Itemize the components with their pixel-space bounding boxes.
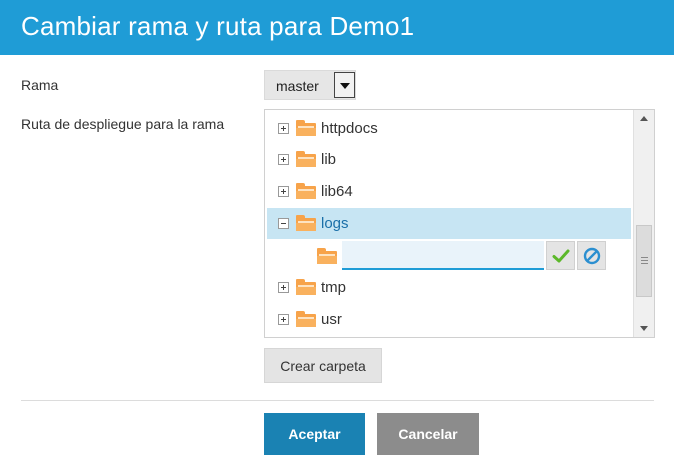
- branch-select-value: master: [276, 78, 319, 94]
- dialog-title-bar: Cambiar rama y ruta para Demo1: [0, 0, 674, 55]
- cancel-button[interactable]: Cancelar: [377, 413, 479, 455]
- folder-icon: [296, 311, 316, 327]
- expand-icon[interactable]: [278, 314, 289, 325]
- footer-divider: [21, 400, 654, 401]
- collapse-icon[interactable]: [278, 218, 289, 229]
- tree-item-httpdocs[interactable]: httpdocs: [267, 113, 631, 144]
- tree-item-label: httpdocs: [321, 120, 378, 137]
- folder-icon: [296, 183, 316, 199]
- create-folder-button[interactable]: Crear carpeta: [264, 348, 382, 383]
- folder-icon: [296, 279, 316, 295]
- branch-select[interactable]: master: [264, 70, 356, 100]
- scroll-up-icon[interactable]: [634, 110, 654, 127]
- expand-icon[interactable]: [278, 154, 289, 165]
- tree-item-label: tmp: [321, 279, 347, 296]
- folder-icon: [296, 215, 316, 231]
- folder-icon: [296, 151, 316, 167]
- tree-item-label: logs: [321, 215, 349, 232]
- scroll-down-icon[interactable]: [634, 320, 654, 337]
- tree-item-label: usr: [321, 311, 342, 328]
- tree-item-label: lib: [321, 151, 337, 168]
- dialog-title: Cambiar rama y ruta para Demo1: [21, 11, 415, 41]
- tree-item-logs[interactable]: logs: [267, 208, 631, 239]
- tree-item-usr[interactable]: usr: [267, 304, 631, 335]
- branch-label: Rama: [21, 77, 59, 93]
- accept-button[interactable]: Aceptar: [264, 413, 365, 455]
- tree-item-tmp[interactable]: tmp: [267, 272, 631, 303]
- new-folder-name-input[interactable]: [342, 241, 544, 270]
- tree-scrollbar[interactable]: [633, 110, 654, 337]
- tree-item-label: lib64: [321, 183, 353, 200]
- expand-icon[interactable]: [278, 123, 289, 134]
- tree-item-lib64[interactable]: lib64: [267, 176, 631, 207]
- chevron-down-icon[interactable]: [334, 72, 355, 98]
- cancel-new-folder-button[interactable]: [577, 241, 606, 270]
- checkmark-icon: [552, 249, 570, 263]
- folder-tree[interactable]: httpdocs lib lib64 logs tmp usr: [264, 109, 655, 338]
- new-folder-icon: [317, 248, 337, 264]
- deploy-path-label: Ruta de despliegue para la rama: [21, 116, 225, 132]
- expand-icon[interactable]: [278, 186, 289, 197]
- scrollbar-thumb[interactable]: [636, 225, 652, 297]
- folder-icon: [296, 120, 316, 136]
- expand-icon[interactable]: [278, 282, 289, 293]
- tree-item-lib[interactable]: lib: [267, 144, 631, 175]
- confirm-new-folder-button[interactable]: [546, 241, 575, 270]
- prohibited-icon: [583, 247, 601, 265]
